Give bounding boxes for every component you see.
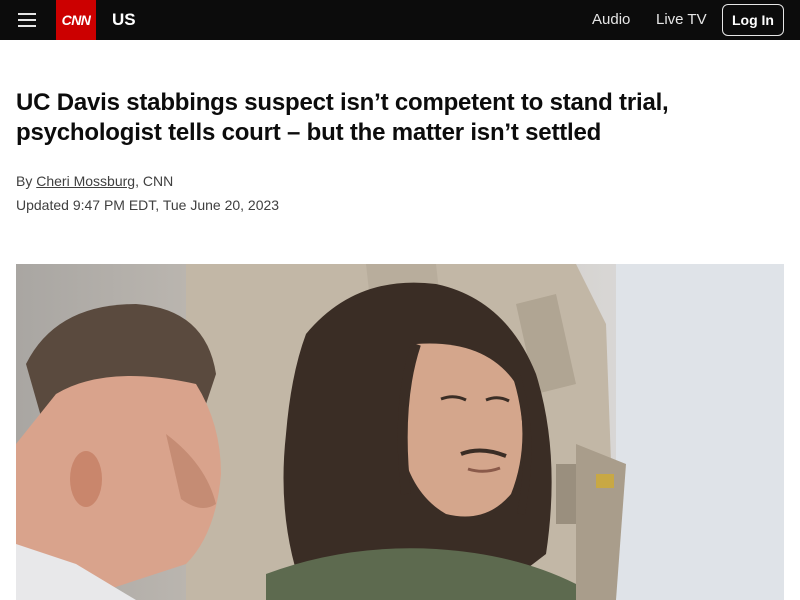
logo-text: CNN	[61, 12, 91, 28]
author-link[interactable]: Cheri Mossburg	[36, 173, 135, 189]
article-headline: UC Davis stabbings suspect isn’t compete…	[16, 89, 669, 146]
nav-live-tv-link[interactable]: Live TV	[656, 11, 707, 29]
section-link-us[interactable]: US	[112, 10, 136, 30]
top-nav-bar: CNN US Audio Live TV Log In	[0, 0, 800, 40]
courtroom-photo	[16, 264, 784, 600]
updated-timestamp: Updated 9:47 PM EDT, Tue June 20, 2023	[16, 197, 280, 213]
nav-audio-link[interactable]: Audio	[592, 11, 630, 29]
byline: By Cheri Mossburg, CNN	[16, 172, 173, 190]
byline-prefix: By	[16, 173, 37, 189]
lead-image[interactable]	[16, 264, 784, 600]
login-button[interactable]: Log In	[722, 4, 784, 36]
byline-suffix: , CNN	[135, 173, 174, 189]
cnn-logo[interactable]: CNN	[56, 0, 96, 40]
hamburger-menu-icon[interactable]	[16, 11, 40, 29]
